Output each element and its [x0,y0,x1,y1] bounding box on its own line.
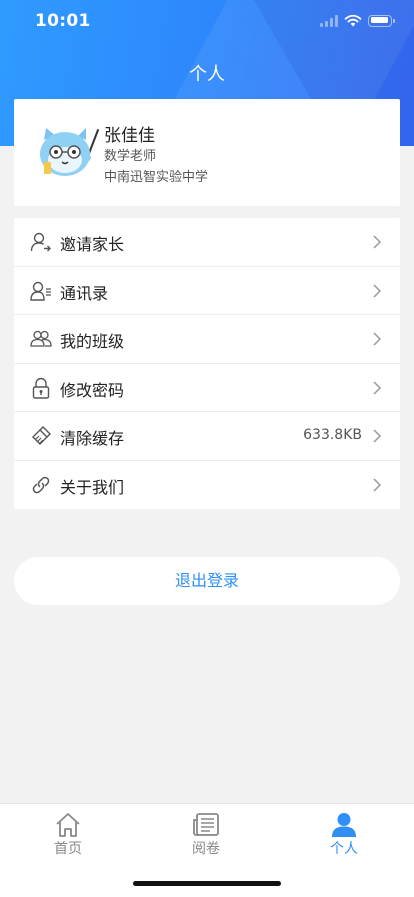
menu-item-clear-cache[interactable]: 清除缓存 633.8KB [14,412,400,461]
menu-item-label: 邀请家长 [60,235,125,254]
user-name: 张佳佳 [104,126,155,146]
tab-home[interactable]: 首页 [28,812,108,858]
profile-card[interactable]: 张佳佳 数学老师 中南迅智实验中学 [14,99,400,206]
tab-personal[interactable]: 个人 [304,812,384,858]
menu-item-label: 修改密码 [60,380,125,400]
invite-user-icon [30,232,51,252]
person-icon [332,813,356,837]
page-title: 个人 [189,64,225,85]
link-icon [32,476,50,493]
chevron-right-icon [373,235,382,249]
cat-teacher-avatar-icon [40,128,99,176]
menu-item-invite-parents[interactable]: 邀请家长 [14,218,400,267]
menu-item-about-us[interactable]: 关于我们 [14,461,400,510]
group-icon [30,330,52,347]
logout-button[interactable]: 退出登录 [14,557,400,605]
menu-item-label: 通讯录 [60,283,109,303]
home-icon [56,813,80,837]
chevron-right-icon [373,283,382,298]
status-time: 10:01 [35,11,91,31]
user-role: 数学老师 [104,149,157,164]
tab-label: 首页 [54,841,82,857]
user-school: 中南迅智实验中学 [104,170,209,185]
menu-item-contacts[interactable]: 通讯录 [14,267,400,315]
battery-icon [368,14,395,27]
status-bar: 10:01 [0,0,414,44]
menu-item-label: 我的班级 [60,332,125,351]
chevron-right-icon [373,332,382,346]
chevron-right-icon [373,477,382,492]
cellular-signal-icon [320,14,338,27]
settings-menu: 邀请家长 通讯录 我的班级 修改密码 清除缓存 633.8KB 关于我们 [14,218,400,509]
contacts-icon [30,281,51,301]
newspaper-icon [193,813,219,836]
broom-icon [32,426,51,445]
wifi-icon [344,14,362,27]
menu-item-change-password[interactable]: 修改密码 [14,364,400,412]
chevron-right-icon [373,380,382,395]
chevron-right-icon [373,429,382,443]
tab-grading[interactable]: 阅卷 [166,812,246,858]
home-indicator [133,881,281,886]
tab-label: 个人 [330,841,358,857]
menu-item-label: 清除缓存 [60,429,125,448]
status-icons [320,14,395,27]
lock-icon [32,377,50,399]
tab-label: 阅卷 [192,841,220,857]
menu-item-my-class[interactable]: 我的班级 [14,315,400,364]
cache-size: 633.8KB [303,427,362,443]
menu-item-label: 关于我们 [60,477,125,497]
